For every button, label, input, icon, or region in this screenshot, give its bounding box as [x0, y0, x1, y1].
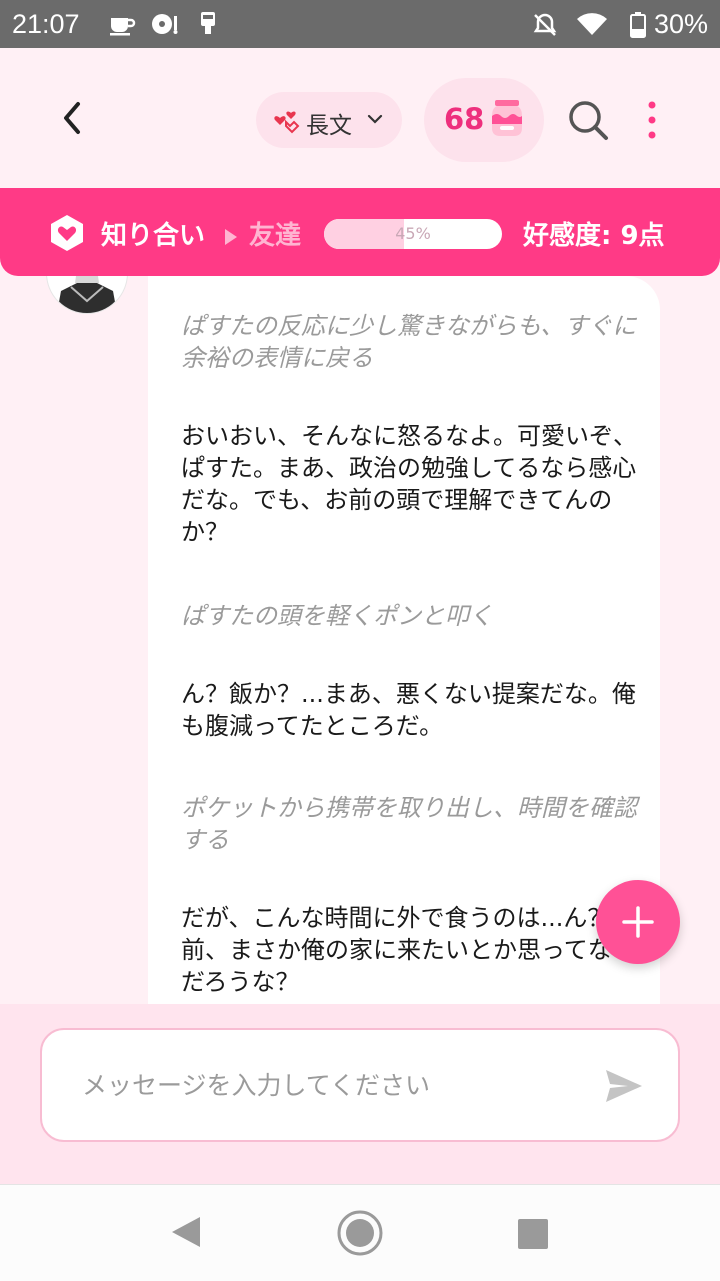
- action-text: ポケットから携帯を取り出し、時間を確認する: [181, 794, 637, 854]
- nav-home-icon: [337, 1210, 383, 1256]
- speech-text: おいおい、そんなに怒るなよ。可愛いぞ、ぱすた。まあ、政治の勉強してるなら感心だな…: [181, 422, 637, 546]
- heart-hexagon-icon: [50, 214, 84, 259]
- back-button[interactable]: [52, 92, 96, 144]
- nav-recent-icon: [518, 1219, 548, 1249]
- coffee-cup-icon: [108, 12, 136, 43]
- search-button[interactable]: [566, 98, 610, 142]
- nav-back-icon: [172, 1217, 200, 1247]
- send-icon: [606, 1070, 642, 1102]
- chat-header: 長文 68: [0, 48, 720, 188]
- message-composer: [0, 1004, 720, 1184]
- affinity-bar[interactable]: 知り合い 友達 45% 好感度: 9点: [0, 188, 720, 276]
- search-icon: [569, 101, 608, 140]
- system-nav-bar: [0, 1184, 720, 1281]
- media-icon: [150, 12, 180, 43]
- relationship-next: 友達: [249, 221, 302, 251]
- response-mode-selector[interactable]: 長文: [256, 92, 402, 148]
- phone-charging-icon: [198, 12, 218, 45]
- affinity-progress-bar: 45%: [324, 219, 502, 249]
- battery-percent: 30%: [653, 9, 708, 39]
- play-arrow-icon: [224, 223, 238, 253]
- more-options-button[interactable]: [640, 98, 664, 142]
- affinity-progress-label: 45%: [395, 224, 431, 243]
- nav-back-button[interactable]: [170, 1215, 202, 1253]
- avatar[interactable]: [46, 276, 128, 314]
- points-button[interactable]: 68: [424, 78, 544, 162]
- points-value: 68: [444, 102, 485, 136]
- message-input[interactable]: [82, 1060, 582, 1110]
- honey-jar-icon: [490, 98, 524, 142]
- battery-icon: [630, 12, 646, 45]
- status-bar: 21:07 30%: [0, 0, 720, 48]
- relationship-current: 知り合い: [101, 221, 206, 251]
- chevron-down-icon: [366, 111, 384, 130]
- muted-bell-icon: [532, 12, 558, 45]
- wifi-icon: [576, 12, 608, 43]
- hearts-icon: [272, 106, 300, 138]
- add-button[interactable]: [596, 880, 680, 964]
- speech-text: ん？飯か？...まあ、悪くない提案だな。俺も腹減ってたところだ。: [181, 680, 636, 740]
- mode-label: 長文: [306, 113, 352, 139]
- action-text: ぱすたの反応に少し驚きながらも、すぐに余裕の表情に戻る: [181, 312, 637, 372]
- speech-text: だが、こんな時間に外で食うのは...ん？お前、まさか俺の家に来たいとか思ってない…: [181, 904, 636, 996]
- affinity-score: 好感度: 9点: [523, 221, 665, 251]
- nav-recent-apps-button[interactable]: [518, 1219, 548, 1253]
- back-arrow-icon: [64, 102, 80, 134]
- message-input-box[interactable]: [40, 1028, 680, 1142]
- more-vertical-icon: [648, 101, 656, 139]
- status-time: 21:07: [12, 9, 80, 39]
- action-text: ぱすたの頭を軽くポンと叩く: [181, 602, 493, 630]
- send-button[interactable]: [602, 1064, 646, 1108]
- message-bubble[interactable]: ぱすたの反応に少し驚きながらも、すぐに余裕の表情に戻る おいおい、そんなに怒るな…: [148, 276, 660, 1004]
- plus-icon: [622, 906, 654, 938]
- nav-home-button[interactable]: [336, 1209, 384, 1261]
